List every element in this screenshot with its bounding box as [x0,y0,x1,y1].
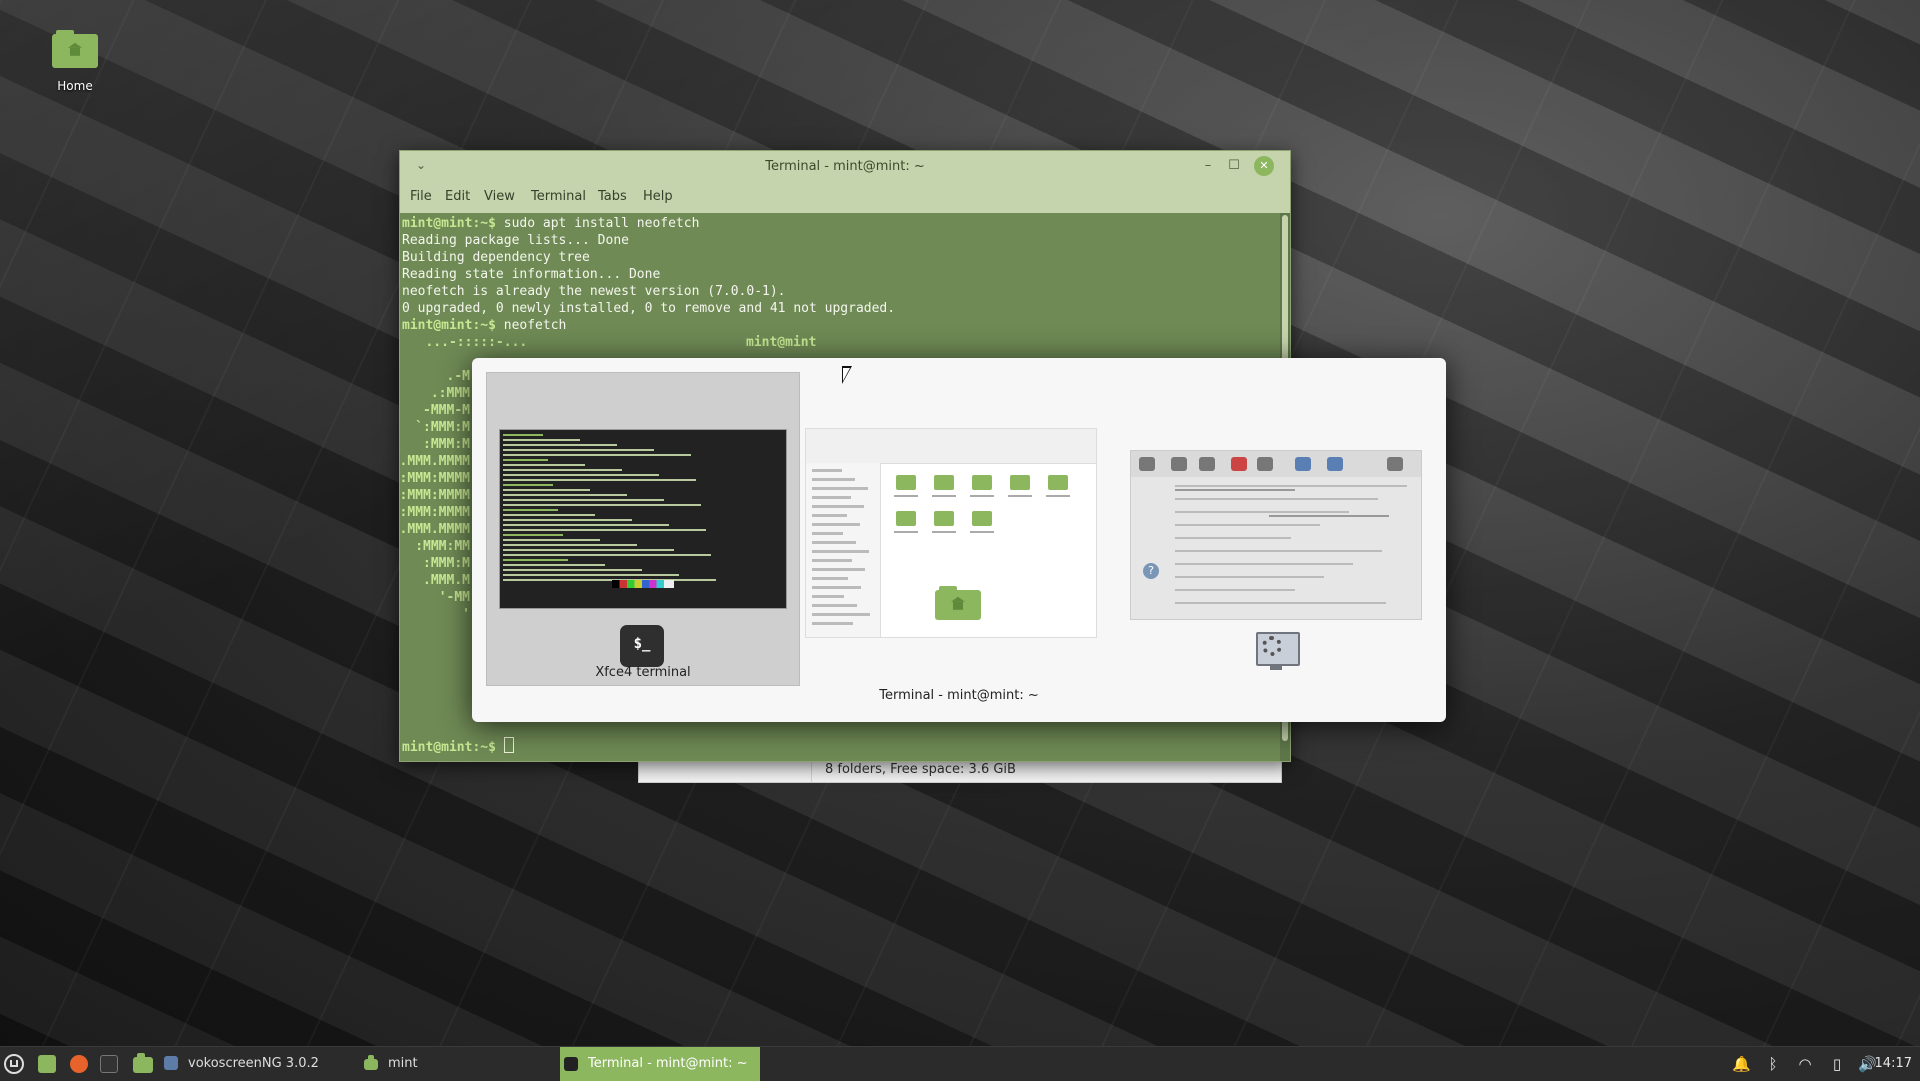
task-mint[interactable]: mint [360,1047,550,1081]
clock[interactable]: 14:17 [1875,1056,1912,1071]
switcher-item-label: Xfce4 terminal [595,665,691,680]
terminal-preview [499,429,787,609]
neofetch-art-line: :MMM:M [423,556,470,571]
terminal-line: Reading package lists... Done [402,233,629,248]
settings-preview: ? [1130,450,1422,620]
neofetch-art-line: :MMM:MMMM [399,488,470,503]
neofetch-art-line: :MMM:MMMM [399,505,470,520]
volume-icon[interactable]: 🔊 [1858,1055,1877,1073]
folder-icon [364,1055,378,1070]
files-app-icon [935,586,981,620]
neofetch-art-line: `:MMM:M [415,420,470,435]
switcher-item-terminal[interactable]: $_ Xfce4 terminal [486,372,800,686]
neofetch-art-line: .MMM.MMMM [399,454,470,469]
neofetch-art-top: ...-:::::-... [402,335,528,350]
menu-tabs[interactable]: Tabs [598,189,627,204]
home-folder-icon [52,30,98,68]
terminal-line: neofetch is already the newest version (… [402,284,786,299]
switcher-window-title: Terminal - mint@mint: ~ [879,688,1039,703]
text-cursor [503,737,514,753]
free-space-status: 8 folders, Free space: 3.6 GiB [825,762,1016,777]
neofetch-art-line: .MMM.MMMM [399,522,470,537]
menu-edit[interactable]: Edit [445,189,470,204]
terminal-line: mint@mint:~$ neofetch [402,318,567,333]
show-desktop-icon[interactable] [38,1055,56,1073]
menu-button-icon[interactable] [4,1054,24,1074]
neofetch-art-line: .MMM.M [423,573,470,588]
switcher-item-file-manager[interactable] [805,372,1117,684]
minimize-button[interactable]: – [1198,156,1218,176]
task-vokoscreen[interactable]: vokoscreenNG 3.0.2 [162,1047,352,1081]
terminal-line: 0 upgraded, 0 newly installed, 0 to remo… [402,301,896,316]
terminal-icon[interactable] [100,1055,118,1073]
desktop-icon-label: Home [57,79,93,93]
terminal-app-icon: $_ [620,625,664,667]
terminal-line: Building dependency tree [402,250,590,265]
terminal-prompt-line[interactable]: mint@mint:~$ [402,737,514,756]
bluetooth-icon[interactable]: ᛒ [1764,1055,1782,1073]
task-label: vokoscreenNG 3.0.2 [188,1056,319,1071]
screen-settings-icon [1252,630,1300,674]
notification-icon[interactable]: 🔔 [1732,1055,1751,1073]
neofetch-art-line: .:MMM [430,386,470,401]
menu-file[interactable]: File [410,189,432,204]
close-button[interactable]: ✕ [1254,156,1274,176]
menu-terminal[interactable]: Terminal [531,189,586,204]
terminal-icon [564,1057,578,1071]
mouse-pointer-icon [842,366,852,384]
terminal-title: Terminal - mint@mint: ~ [765,159,925,174]
firefox-icon[interactable] [70,1055,88,1073]
terminal-menubar: File Edit View Terminal Tabs Help [400,181,1290,213]
vokoscreen-icon [164,1056,178,1070]
task-terminal[interactable]: Terminal - mint@mint: ~ [560,1047,760,1081]
menu-view[interactable]: View [484,189,515,204]
maximize-button[interactable]: ☐ [1224,156,1244,176]
task-label: Terminal - mint@mint: ~ [588,1056,748,1071]
neofetch-art-line: -MMM-M [423,403,470,418]
terminal-line: mint@mint:~$ sudo apt install neofetch [402,216,700,231]
terminal-line: Reading state information... Done [402,267,661,282]
neofetch-user: mint@mint [746,335,817,350]
wifi-icon[interactable]: ◠ [1796,1055,1814,1073]
neofetch-art-line: :MMM:M [423,437,470,452]
task-label: mint [388,1056,418,1071]
desktop-icon-home[interactable]: Home [40,28,110,93]
neofetch-art-line: ' [462,607,470,622]
taskbar: vokoscreenNG 3.0.2 mint Terminal - mint@… [0,1046,1920,1081]
neofetch-art-line: :MMM:MM [415,539,470,554]
menu-help[interactable]: Help [643,189,673,204]
neofetch-art-line: .-M [446,369,470,384]
switcher-item-settings[interactable]: ? [1124,372,1436,684]
neofetch-art-line: :MMM:MMMM [399,471,470,486]
neofetch-art-line: '-MM [438,590,470,605]
battery-icon[interactable]: ▯ [1828,1055,1846,1073]
window-switcher: $_ Xfce4 terminal ? Terminal - mint@mint… [472,358,1446,722]
terminal-titlebar[interactable]: ⌄ Terminal - mint@mint: ~ – ☐ ✕ [400,151,1290,181]
files-icon[interactable] [133,1053,153,1073]
